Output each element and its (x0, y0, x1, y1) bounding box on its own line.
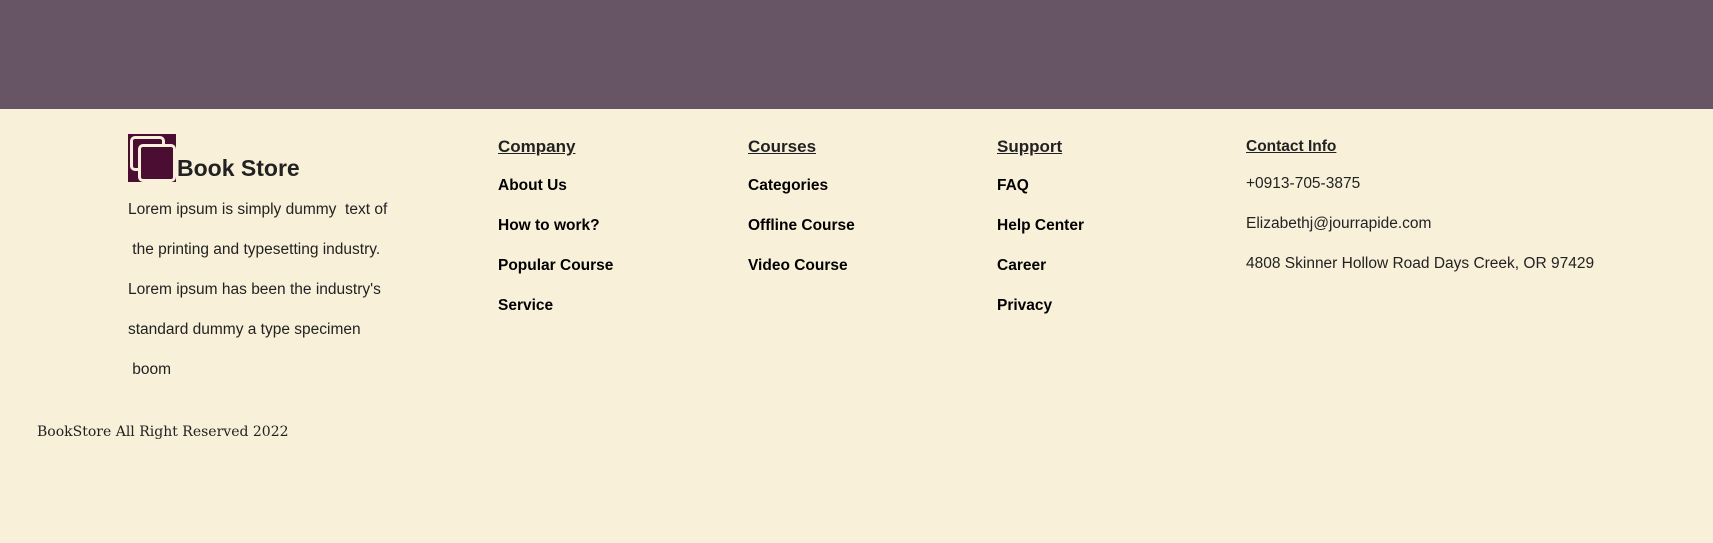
brand-description: Lorem ipsum is simply dummy text of the … (128, 201, 388, 378)
link-offline-course[interactable]: Offline Course (748, 216, 855, 236)
contact-email: Elizabethj@jourrapide.com (1246, 215, 1432, 232)
link-career[interactable]: Career (997, 256, 1084, 276)
link-service[interactable]: Service (498, 296, 613, 316)
site-footer: Book Store Lorem ipsum is simply dummy t… (0, 109, 1713, 543)
support-column: Support FAQ Help Center Career Privacy (997, 136, 1084, 336)
contact-column: Contact Info +0913-705-3875 Elizabethj@j… (1246, 136, 1594, 294)
brand-name: Book Store (177, 155, 300, 181)
link-video-course[interactable]: Video Course (748, 256, 855, 276)
contact-heading[interactable]: Contact Info (1246, 136, 1594, 158)
link-popular-course[interactable]: Popular Course (498, 256, 613, 276)
company-heading[interactable]: Company (498, 136, 613, 158)
brand-header[interactable]: Book Store (128, 133, 428, 182)
link-privacy[interactable]: Privacy (997, 296, 1084, 316)
courses-heading[interactable]: Courses (748, 136, 855, 158)
copyright-text: BookStore All Right Reserved 2022 (37, 424, 289, 440)
company-column: Company About Us How to work? Popular Co… (498, 136, 613, 336)
brand-block: Book Store Lorem ipsum is simply dummy t… (128, 133, 428, 390)
courses-column: Courses Categories Offline Course Video … (748, 136, 855, 296)
support-heading[interactable]: Support (997, 136, 1084, 158)
top-banner (0, 0, 1713, 109)
contact-address: 4808 Skinner Hollow Road Days Creek, OR … (1246, 255, 1595, 272)
link-faq[interactable]: FAQ (997, 176, 1084, 196)
contact-phone: +0913-705-3875 (1246, 175, 1361, 192)
link-categories[interactable]: Categories (748, 176, 855, 196)
link-how-to-work[interactable]: How to work? (498, 216, 613, 236)
link-help-center[interactable]: Help Center (997, 216, 1084, 236)
link-about-us[interactable]: About Us (498, 176, 613, 196)
books-icon (128, 134, 176, 182)
logo-front-square (138, 144, 176, 182)
